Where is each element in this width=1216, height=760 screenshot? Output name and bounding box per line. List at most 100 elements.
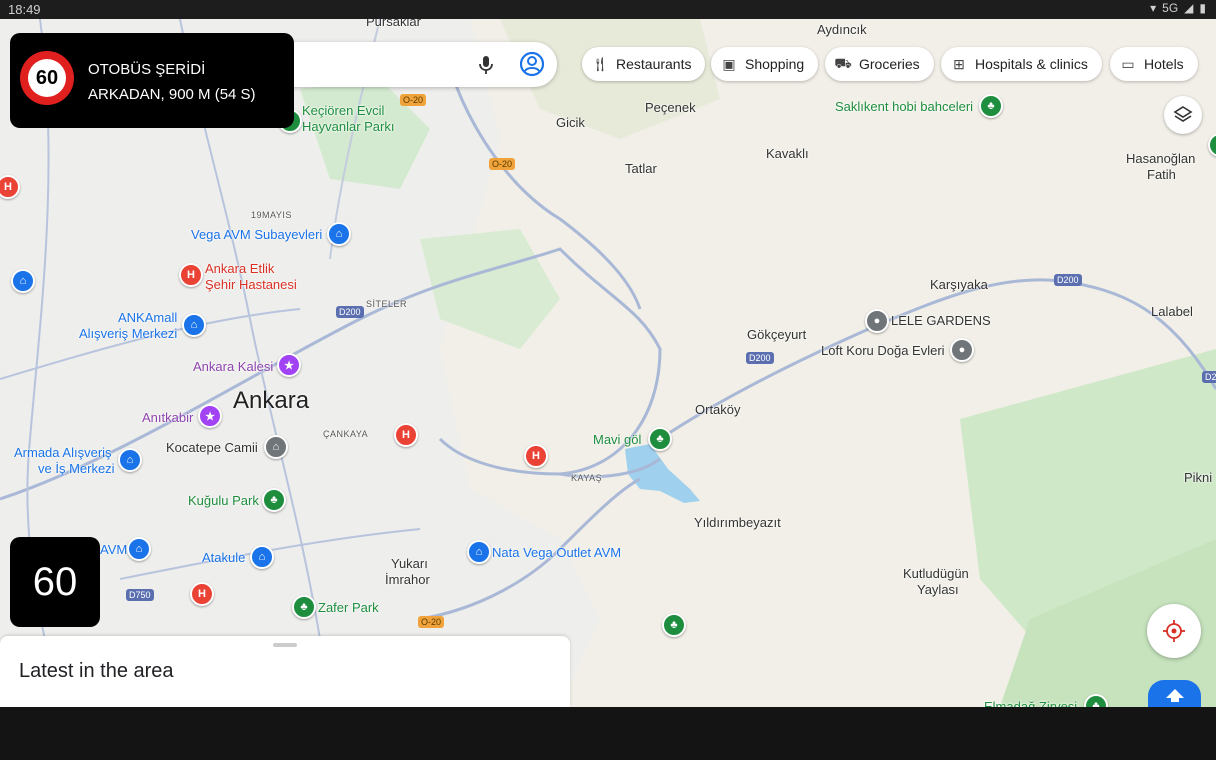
place-label: Fatih (1147, 167, 1176, 182)
park-pin-icon[interactable]: ♣ (292, 595, 316, 619)
battery-icon: ▮ (1199, 1, 1206, 15)
directions-button[interactable] (1148, 680, 1201, 710)
shopping-pin-icon[interactable]: ⌂ (250, 545, 274, 569)
shopping-pin-icon[interactable]: ⌂ (127, 537, 151, 561)
search-bar[interactable] (270, 42, 557, 87)
cart-icon: ⛟ (834, 54, 852, 71)
park-pin-icon[interactable]: ♣ (262, 488, 286, 512)
crosshair-icon (1163, 620, 1185, 642)
poi-label[interactable]: Zafer Park (318, 600, 379, 615)
lane-alert-card: 60 OTOBÜS ŞERİDİ ARKADAN, 900 M (54 S) (10, 33, 294, 128)
poi-label[interactable]: AVM (100, 542, 127, 557)
poi-label[interactable]: Hayvanlar Parkı (302, 119, 394, 134)
place-label: Yukarı (391, 556, 428, 571)
mic-icon[interactable] (476, 54, 496, 81)
poi-label[interactable]: Kocatepe Camii (166, 440, 258, 455)
current-speed: 60 (10, 537, 100, 627)
place-label: İmrahor (385, 572, 430, 587)
road-shield-o20: O-20 (489, 158, 516, 170)
landmark-pin-icon[interactable]: ★ (198, 404, 222, 428)
bed-icon: ▭ (1121, 55, 1135, 72)
chip-restaurants[interactable]: 🍴︎ Restaurants (582, 47, 706, 81)
alert-title: OTOBÜS ŞERİDİ (88, 61, 206, 78)
poi-label[interactable]: Armada Alışveriş (14, 445, 112, 460)
poi-label[interactable]: Keçiören Evcil (302, 103, 384, 118)
hospital-pin-icon[interactable]: H (179, 263, 203, 287)
system-nav-bar (0, 707, 1216, 760)
chip-label: Shopping (745, 56, 805, 72)
place-pin-icon[interactable]: ● (865, 309, 889, 333)
poi-label[interactable]: Anıtkabir (142, 410, 193, 425)
place-label: Aydıncık (817, 22, 867, 37)
park-pin-icon[interactable]: ♣ (648, 427, 672, 451)
road-shield-d750: D750 (126, 589, 154, 601)
district-label: ÇANKAYA (323, 429, 369, 439)
poi-label[interactable]: Loft Koru Doğa Evleri (821, 343, 945, 358)
wifi-icon: ▾ (1150, 1, 1157, 15)
shopping-pin-icon[interactable]: ⌂ (11, 269, 35, 293)
account-icon[interactable] (519, 51, 545, 82)
latest-sheet[interactable]: Latest in the area (0, 636, 570, 707)
poi-label[interactable]: Atakule (202, 550, 245, 565)
landmark-pin-icon[interactable]: ★ (277, 353, 301, 377)
shopping-pin-icon[interactable]: ⌂ (327, 222, 351, 246)
shopping-pin-icon[interactable]: ⌂ (467, 540, 491, 564)
park-pin-icon[interactable]: ♣ (979, 94, 1003, 118)
status-bar: 18:49 ▾ 5G ◢ ▮ (0, 0, 1216, 19)
signal-icon: ◢ (1184, 1, 1194, 15)
poi-label[interactable]: Alışveriş Merkezi (79, 326, 177, 341)
road-shield-d2: D2 (1202, 371, 1216, 383)
layers-button[interactable] (1164, 96, 1202, 134)
fork-knife-icon: 🍴︎ (591, 55, 609, 72)
place-label: Lalabel (1151, 304, 1193, 319)
chip-hotels[interactable]: ▭ Hotels (1110, 47, 1198, 81)
poi-label[interactable]: Mavi göl (593, 432, 641, 447)
park-pin-icon[interactable]: ♣ (662, 613, 686, 637)
hospital-pin-icon[interactable]: H (394, 423, 418, 447)
poi-label[interactable]: Elmadağ Zirvesi (984, 699, 1077, 707)
place-label: Tatlar (625, 161, 657, 176)
chip-groceries[interactable]: ⛟ Groceries (825, 47, 934, 81)
my-location-button[interactable] (1147, 604, 1201, 658)
shopping-pin-icon[interactable]: ⌂ (118, 448, 142, 472)
directions-icon (1165, 689, 1184, 702)
place-label: Karşıyaka (930, 277, 988, 292)
shopping-bag-icon: ▣ (722, 55, 736, 72)
road-shield-d200: D200 (746, 352, 774, 364)
chip-shopping[interactable]: ▣ Shopping (711, 47, 819, 81)
poi-label[interactable]: Nata Vega Outlet AVM (492, 545, 621, 560)
road-shield-d200: D200 (336, 306, 364, 318)
chip-label: Hospitals & clinics (975, 56, 1088, 72)
road-shield-d200: D200 (1054, 274, 1082, 286)
sheet-drag-handle[interactable] (273, 643, 297, 647)
poi-label[interactable]: Saklıkent hobi bahceleri (835, 99, 973, 114)
hospital-pin-icon[interactable]: H (190, 582, 214, 606)
hospital-pin-icon[interactable]: H (524, 444, 548, 468)
place-label: Peçenek (645, 100, 696, 115)
chip-label: Groceries (859, 56, 920, 72)
chip-label: Hotels (1144, 56, 1184, 72)
place-label: Yaylası (917, 582, 959, 597)
poi-label[interactable]: Şehir Hastanesi (205, 277, 297, 292)
chip-label: Restaurants (616, 56, 692, 72)
chip-hospitals[interactable]: ⊞ Hospitals & clinics (941, 47, 1102, 81)
district-label: SİTELER (366, 299, 408, 309)
poi-label[interactable]: LELE GARDENS (891, 313, 991, 328)
place-pin-icon[interactable]: ● (950, 338, 974, 362)
sheet-title: Latest in the area (19, 660, 174, 682)
place-label: Gökçeyurt (747, 327, 807, 342)
poi-label[interactable]: Ankara Etlik (205, 261, 274, 276)
shopping-pin-icon[interactable]: ⌂ (182, 313, 206, 337)
poi-label[interactable]: ANKAmall (118, 310, 177, 325)
status-icons: ▾ 5G ◢ ▮ (1150, 1, 1206, 15)
status-time: 18:49 (8, 2, 41, 17)
place-label: Kavaklı (766, 146, 809, 161)
poi-label[interactable]: Kuğulu Park (188, 493, 259, 508)
road-shield-o20: O-20 (400, 94, 427, 106)
poi-label[interactable]: Ankara Kalesi (193, 359, 273, 374)
place-label: Pursaklar (366, 19, 421, 29)
place-label: Kutludügün (903, 566, 969, 581)
poi-label[interactable]: Vega AVM Subayevleri (191, 227, 322, 242)
mosque-pin-icon[interactable]: ⌂ (264, 435, 288, 459)
poi-label[interactable]: ve İş Merkezi (38, 461, 115, 476)
